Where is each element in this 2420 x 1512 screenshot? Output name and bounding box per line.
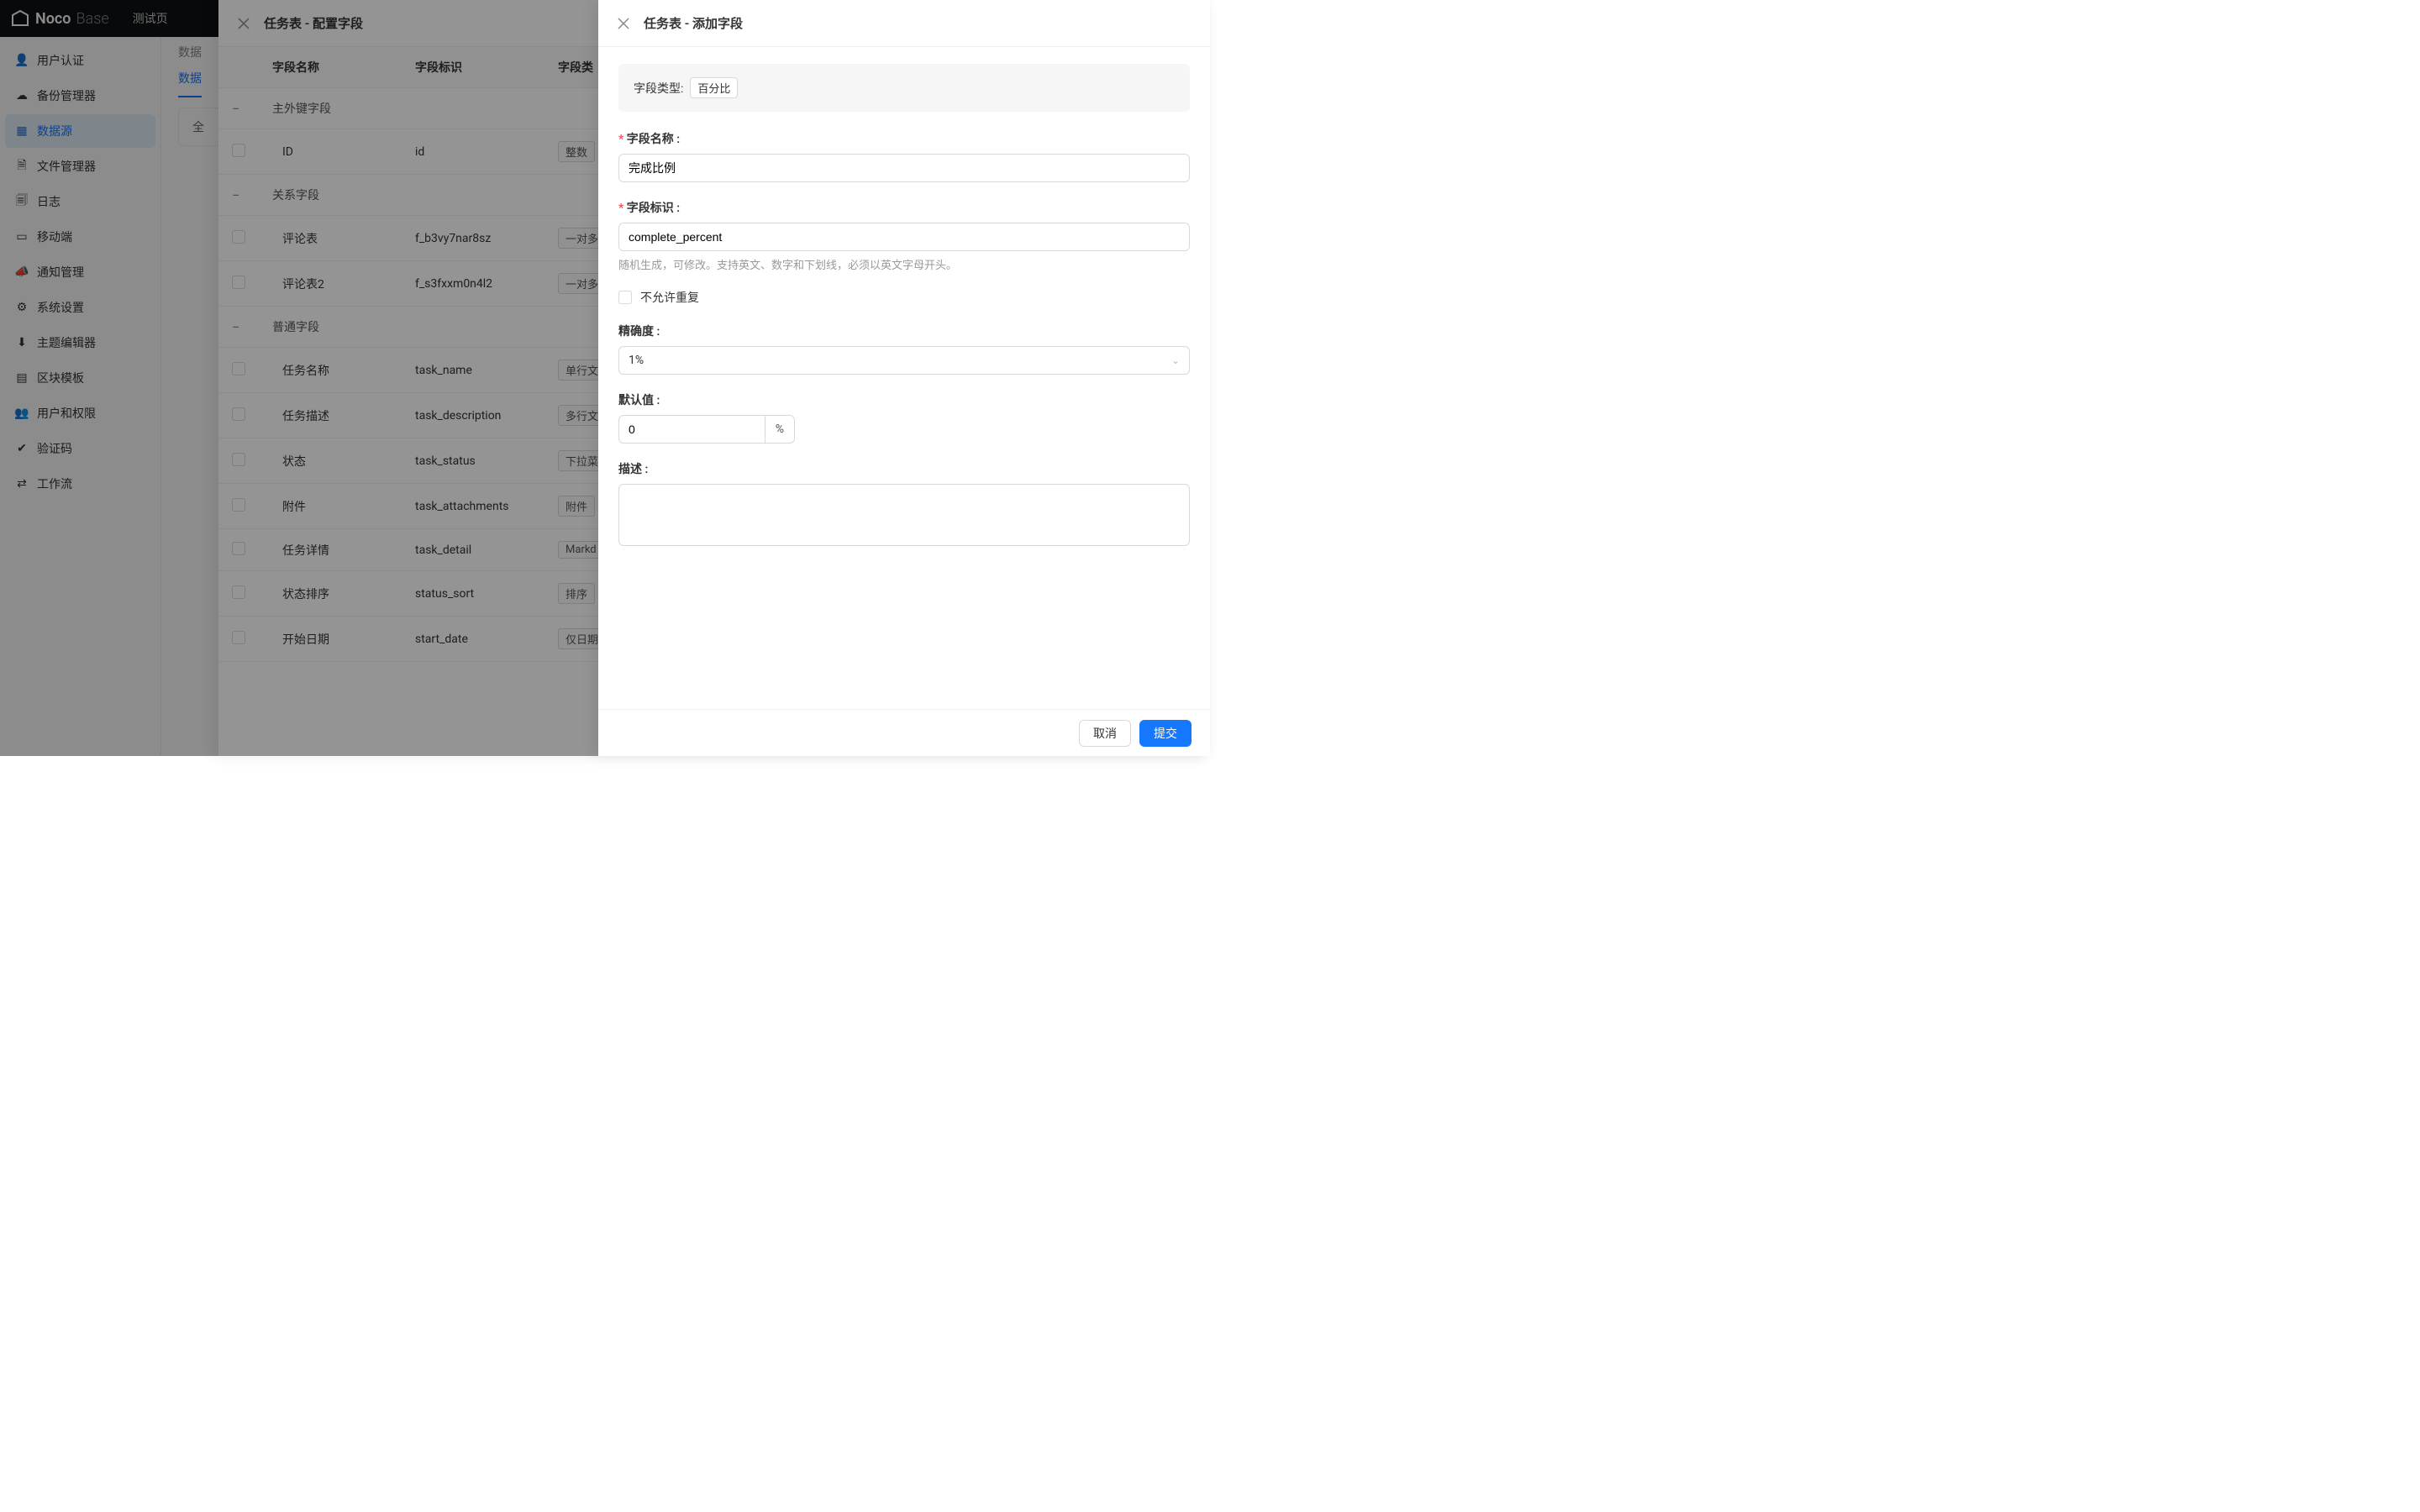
drawer2-body: 字段类型: 百分比 字段名称 字段标识 随机生成，可修改。支持英文、数字和下划线… — [598, 47, 1210, 709]
form-row-key: 字段标识 随机生成，可修改。支持英文、数字和下划线，必须以英文字母开头。 — [618, 199, 1190, 272]
select-precision[interactable]: 1% ⌄ — [618, 346, 1190, 375]
hint-key: 随机生成，可修改。支持英文、数字和下划线，必须以英文字母开头。 — [618, 256, 1190, 272]
form-row-precision: 精确度 1% ⌄ — [618, 323, 1190, 375]
label-key: 字段标识 — [618, 199, 1190, 216]
default-input-group: % — [618, 415, 795, 444]
form-row-unique[interactable]: 不允许重复 — [618, 289, 1190, 306]
cancel-button[interactable]: 取消 — [1079, 720, 1131, 747]
label-desc: 描述 — [618, 460, 1190, 477]
label-unique: 不允许重复 — [640, 289, 699, 306]
form-row-name: 字段名称 — [618, 130, 1190, 182]
input-key[interactable] — [618, 223, 1190, 251]
label-default: 默认值 — [618, 391, 1190, 408]
drawer-add-field: 任务表 - 添加字段 字段类型: 百分比 字段名称 字段标识 随机生成，可修改。… — [598, 0, 1210, 756]
addon-percent: % — [765, 415, 795, 444]
drawer2-title: 任务表 - 添加字段 — [644, 14, 743, 32]
field-type-box: 字段类型: 百分比 — [618, 64, 1190, 112]
input-default[interactable] — [618, 415, 765, 444]
form-row-desc: 描述 — [618, 460, 1190, 549]
drawer2-header: 任务表 - 添加字段 — [598, 0, 1210, 47]
field-type-value[interactable]: 百分比 — [690, 77, 738, 98]
field-type-label: 字段类型: — [634, 80, 683, 97]
close-icon[interactable] — [617, 17, 630, 30]
submit-button[interactable]: 提交 — [1139, 720, 1192, 747]
select-value: 1% — [629, 354, 644, 367]
textarea-desc[interactable] — [618, 484, 1190, 546]
input-name[interactable] — [618, 154, 1190, 182]
drawer2-footer: 取消 提交 — [598, 709, 1210, 756]
label-name: 字段名称 — [618, 130, 1190, 147]
checkbox-unique[interactable] — [618, 291, 632, 304]
chevron-down-icon: ⌄ — [1171, 354, 1180, 366]
label-precision: 精确度 — [618, 323, 1190, 339]
form-row-default: 默认值 % — [618, 391, 1190, 444]
